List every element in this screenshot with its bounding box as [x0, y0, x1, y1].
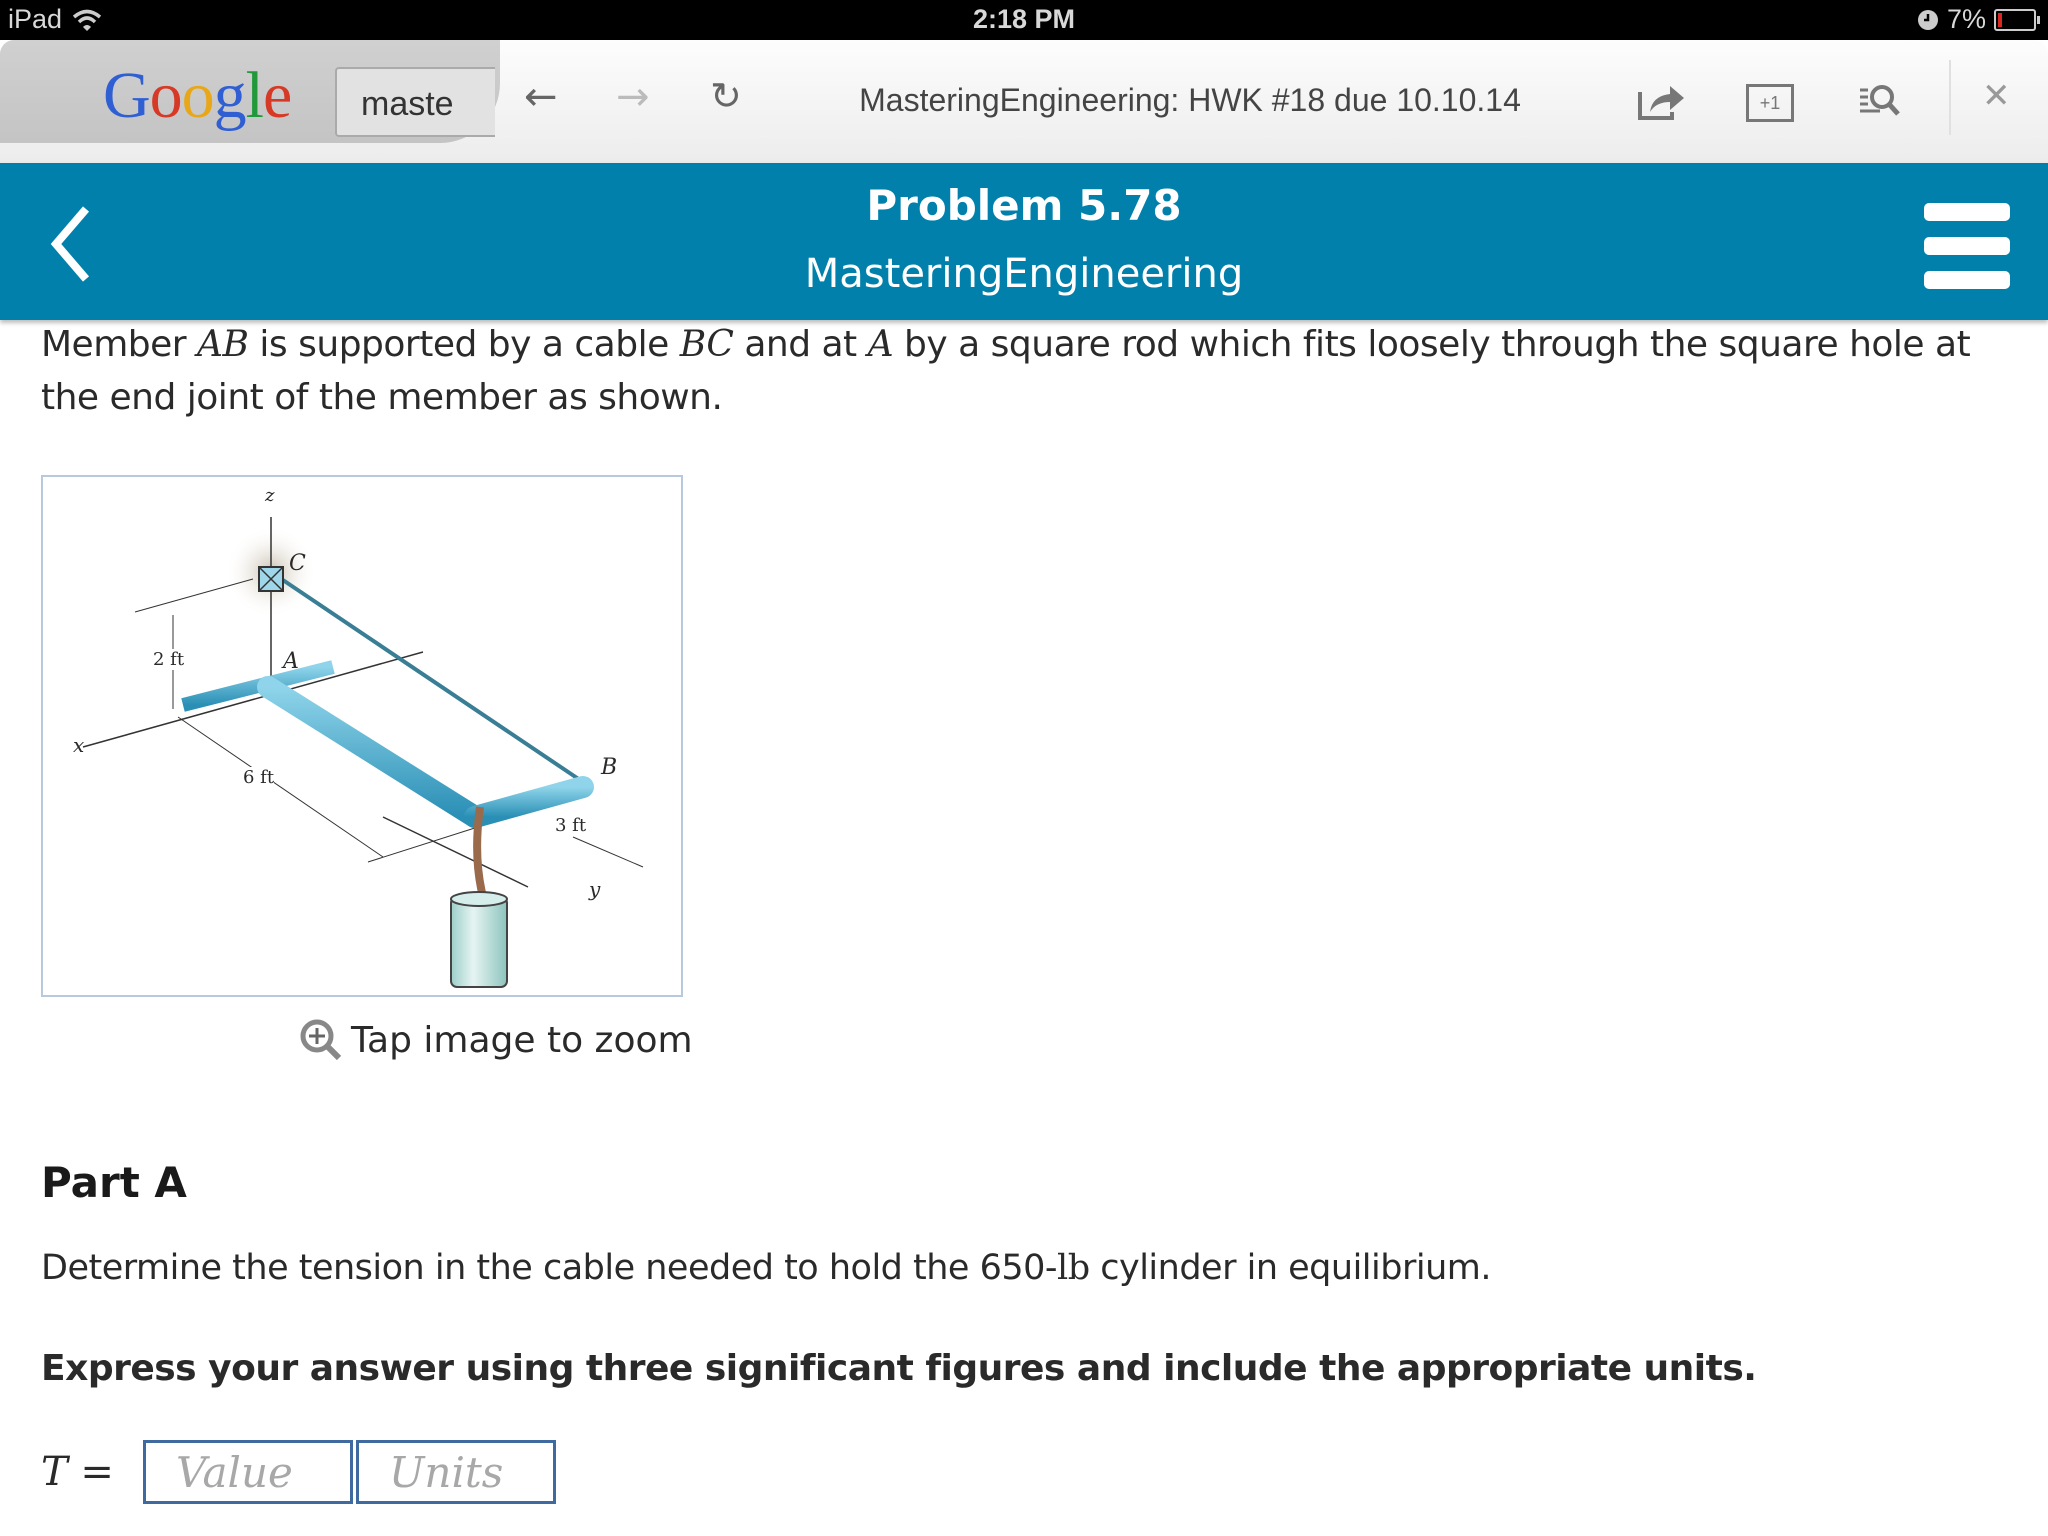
point-b-label: B: [601, 755, 618, 780]
value-input[interactable]: [143, 1440, 353, 1504]
search-input[interactable]: maste: [335, 67, 495, 137]
dimension-2ft: 2 ft: [153, 649, 185, 670]
site-name: MasteringEngineering: [804, 251, 1244, 297]
zoom-in-icon: [300, 1019, 342, 1061]
menu-icon[interactable]: [1924, 203, 2010, 305]
answer-label: T =: [41, 1449, 114, 1495]
part-a-title: Part A: [41, 1158, 187, 1207]
find-in-page-icon[interactable]: [1858, 78, 1902, 122]
reload-icon[interactable]: ↻: [710, 74, 742, 118]
dimension-6ft: 6 ft: [243, 767, 275, 788]
toolbar-divider: [1949, 60, 1951, 135]
share-icon[interactable]: [1636, 78, 1688, 122]
member-cable-diagram: [82, 517, 644, 988]
battery-icon: [1994, 8, 2040, 31]
problem-title: Problem 5.78: [866, 181, 1182, 230]
google-logo: Google: [103, 59, 292, 132]
answer-instructions: Express your answer using three signific…: [41, 1348, 1757, 1389]
close-icon[interactable]: ✕: [1982, 76, 2011, 116]
plus-one-icon[interactable]: +1: [1746, 84, 1794, 122]
zoom-hint-text: Tap image to zoom: [351, 1019, 693, 1061]
battery-percent: 7%: [1946, 4, 1986, 34]
problem-content: Member AB is supported by a cable BC and…: [41, 318, 2001, 1504]
dimension-3ft: 3 ft: [555, 815, 587, 836]
status-bar: iPad 2:18 PM 7%: [0, 0, 2048, 40]
point-a-label: A: [283, 649, 299, 674]
z-axis-label: z: [265, 485, 275, 506]
orientation-lock-icon: [1917, 9, 1938, 30]
answer-row: T =: [41, 1440, 559, 1504]
part-a-question: Determine the tension in the cable neede…: [41, 1248, 1491, 1288]
units-input[interactable]: [356, 1440, 556, 1504]
problem-statement: Member AB is supported by a cable BC and…: [41, 324, 1971, 418]
problem-header: Problem 5.78 MasteringEngineering: [0, 163, 2048, 320]
back-arrow-icon[interactable]: ←: [524, 74, 558, 120]
browser-toolbar: Google maste ← → ↻ MasteringEngineering:…: [0, 40, 2048, 166]
zoom-hint[interactable]: Tap image to zoom: [299, 1018, 693, 1062]
forward-arrow-icon[interactable]: →: [616, 74, 650, 120]
point-c-label: C: [289, 551, 306, 576]
page-title: MasteringEngineering: HWK #18 due 10.10.…: [859, 82, 1521, 118]
y-axis-label: y: [589, 877, 601, 901]
problem-figure[interactable]: z C A B x y 2 ft 6 ft 3 ft: [41, 475, 683, 997]
clock: 2:18 PM: [972, 4, 1076, 34]
x-axis-label: x: [73, 733, 85, 757]
